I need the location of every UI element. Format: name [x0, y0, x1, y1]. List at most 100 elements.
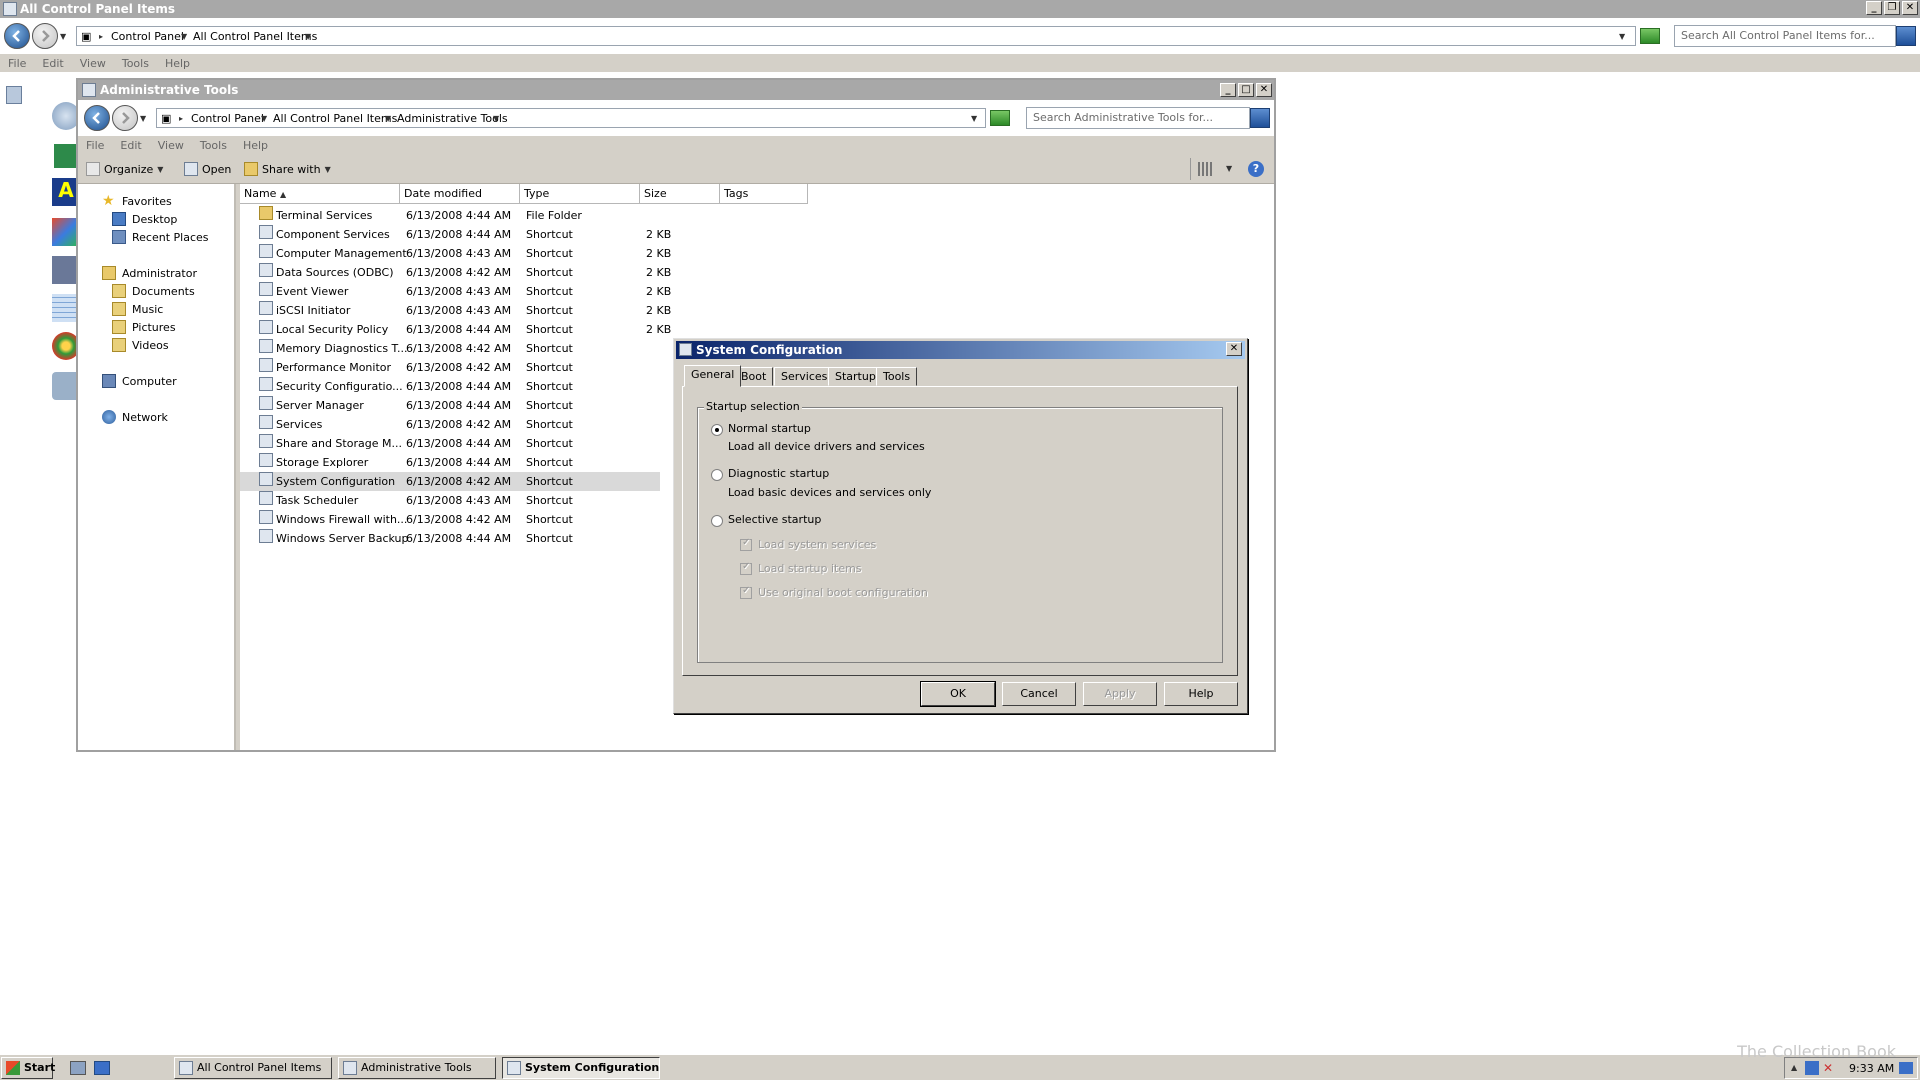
file-row[interactable]: Performance Monitor 6/13/2008 4:42 AM Shor… — [240, 358, 660, 377]
explorer-recent-dropdown-icon[interactable]: ▼ — [140, 114, 146, 123]
views-dropdown-icon[interactable]: ▼ — [1226, 164, 1232, 173]
notification-icon[interactable] — [1899, 1062, 1913, 1074]
nav-videos[interactable]: Videos — [112, 338, 169, 352]
share-with-button[interactable]: Share with ▼ — [244, 162, 331, 176]
dialog-titlebar[interactable]: System Configuration ✕ — [676, 341, 1245, 359]
file-row[interactable]: Task Scheduler 6/13/2008 4:43 AM Shortcut — [240, 491, 660, 510]
nav-network[interactable]: Network — [102, 410, 168, 424]
explorer-maximize-button[interactable]: □ — [1238, 83, 1254, 97]
minimize-button[interactable]: _ — [1866, 1, 1882, 15]
clock[interactable]: 9:33 AM — [1849, 1062, 1894, 1075]
file-row[interactable]: Server Manager 6/13/2008 4:44 AM Shortcut — [240, 396, 660, 415]
menu-tools[interactable]: Tools — [200, 139, 227, 152]
breadcrumb-control-panel[interactable]: Control Panel — [191, 112, 264, 125]
recent-pages-dropdown-icon[interactable]: ▼ — [60, 32, 66, 41]
tray-expand-icon[interactable]: ▲ — [1791, 1063, 1797, 1072]
back-button[interactable] — [4, 23, 30, 49]
normal-startup-label[interactable]: Normal startup — [728, 422, 811, 435]
explorer-refresh-button[interactable] — [990, 110, 1010, 126]
nav-music[interactable]: Music — [112, 302, 163, 316]
explorer-forward-button[interactable] — [112, 105, 138, 131]
column-header-tags[interactable]: Tags — [720, 184, 808, 204]
organize-button[interactable]: Organize ▼ — [86, 162, 163, 176]
restore-button[interactable]: ❐ — [1884, 1, 1900, 15]
breadcrumb-dropdown-icon[interactable]: ▼ — [385, 114, 391, 123]
breadcrumb-administrative-tools[interactable]: Administrative Tools — [397, 112, 508, 125]
breadcrumb-dropdown-icon[interactable]: ▼ — [305, 32, 311, 41]
taskbar-all-control-panel-items[interactable]: All Control Panel Items — [174, 1057, 332, 1079]
file-row[interactable]: Local Security Policy 6/13/2008 4:44 AM Sh… — [240, 320, 671, 339]
menu-file[interactable]: File — [8, 57, 26, 70]
tab-startup[interactable]: Startup — [828, 367, 883, 386]
column-header-date-modified[interactable]: Date modified — [400, 184, 520, 204]
explorer-minimize-button[interactable]: _ — [1220, 83, 1236, 97]
selective-startup-radio[interactable] — [711, 515, 723, 527]
breadcrumb-all-items[interactable]: All Control Panel Items — [193, 30, 317, 43]
refresh-button[interactable] — [1640, 28, 1660, 44]
menu-help[interactable]: Help — [165, 57, 190, 70]
file-row[interactable]: Windows Firewall with... 6/13/2008 4:42 A… — [240, 510, 660, 529]
column-header-size[interactable]: Size — [640, 184, 720, 204]
nav-documents[interactable]: Documents — [112, 284, 195, 298]
breadcrumb-separator-icon[interactable]: ▸ — [179, 114, 183, 123]
tab-tools[interactable]: Tools — [876, 367, 918, 386]
file-row[interactable]: Storage Explorer 6/13/2008 4:44 AM Shortcu… — [240, 453, 660, 472]
close-button[interactable]: ✕ — [1902, 1, 1918, 15]
breadcrumb-dropdown-icon[interactable]: ▼ — [181, 32, 187, 41]
nav-recent-places[interactable]: Recent Places — [112, 230, 209, 244]
nav-administrator[interactable]: Administrator — [102, 266, 197, 280]
menu-edit[interactable]: Edit — [42, 57, 63, 70]
show-desktop-icon[interactable] — [94, 1061, 110, 1075]
breadcrumb-separator-icon[interactable]: ▸ — [99, 32, 103, 41]
start-button[interactable]: Start — [1, 1057, 55, 1079]
normal-startup-radio[interactable] — [711, 424, 723, 436]
outer-address-bar[interactable]: ▣ ▸ Control Panel ▼ All Control Panel It… — [76, 26, 1636, 46]
column-header-name[interactable]: Name ▲ — [240, 184, 400, 204]
views-icon[interactable] — [1198, 162, 1212, 176]
address-history-dropdown-icon[interactable]: ▼ — [971, 114, 977, 123]
tab-services[interactable]: Services — [774, 367, 835, 386]
load-system-services-checkbox[interactable]: ✓ — [740, 537, 752, 551]
server-manager-quicklaunch-icon[interactable] — [70, 1061, 86, 1075]
taskbar-administrative-tools[interactable]: Administrative Tools — [338, 1057, 496, 1079]
cancel-button[interactable]: Cancel — [1002, 682, 1076, 706]
file-row[interactable]: Computer Management 6/13/2008 4:43 AM Shor… — [240, 244, 671, 263]
network-tray-icon[interactable] — [1805, 1061, 1819, 1075]
nav-favorites[interactable]: ★ Favorites — [102, 194, 172, 208]
nav-computer[interactable]: Computer — [102, 374, 177, 388]
taskbar-system-configuration[interactable]: System Configuration — [502, 1057, 660, 1079]
file-row[interactable]: Windows Server Backup 6/13/2008 4:44 AM Sh… — [240, 529, 660, 548]
load-startup-items-checkbox[interactable]: ✓ — [740, 561, 752, 575]
file-row[interactable]: System Configuration 6/13/2008 4:42 AM Sho… — [240, 472, 660, 491]
help-button[interactable]: Help — [1164, 682, 1238, 706]
file-row[interactable]: Data Sources (ODBC) 6/13/2008 4:42 AM Shor… — [240, 263, 671, 282]
explorer-back-button[interactable] — [84, 105, 110, 131]
file-row[interactable]: Services 6/13/2008 4:42 AM Shortcut — [240, 415, 660, 434]
file-row[interactable]: iSCSI Initiator 6/13/2008 4:43 AM Shortcut… — [240, 301, 671, 320]
explorer-close-button[interactable]: ✕ — [1256, 83, 1272, 97]
open-button[interactable]: Open — [184, 162, 231, 176]
forward-button[interactable] — [32, 23, 58, 49]
file-row[interactable]: Memory Diagnostics T... 6/13/2008 4:42 AM… — [240, 339, 660, 358]
file-row[interactable]: Security Configuratio... 6/13/2008 4:44 A… — [240, 377, 660, 396]
dialog-close-button[interactable]: ✕ — [1226, 342, 1242, 356]
search-icon[interactable] — [1896, 26, 1916, 46]
help-icon[interactable]: ? — [1248, 161, 1264, 177]
explorer-search-input[interactable]: Search Administrative Tools for... — [1026, 107, 1250, 129]
breadcrumb-all-items[interactable]: All Control Panel Items — [273, 112, 397, 125]
selective-startup-label[interactable]: Selective startup — [728, 513, 821, 526]
file-row[interactable]: Component Services 6/13/2008 4:44 AM Short… — [240, 225, 671, 244]
breadcrumb-dropdown-icon[interactable]: ▼ — [493, 114, 499, 123]
explorer-titlebar[interactable]: Administrative Tools _ □ ✕ — [78, 80, 1274, 100]
menu-edit[interactable]: Edit — [120, 139, 141, 152]
diagnostic-startup-label[interactable]: Diagnostic startup — [728, 467, 829, 480]
outer-search-input[interactable]: Search All Control Panel Items for... — [1674, 25, 1896, 47]
ok-button[interactable]: OK — [920, 681, 996, 707]
side-panel-icon[interactable] — [6, 86, 22, 104]
file-row[interactable]: Event Viewer 6/13/2008 4:43 AM Shortcut 2 K… — [240, 282, 671, 301]
file-row[interactable]: Share and Storage M... 6/13/2008 4:44 AM S… — [240, 434, 660, 453]
menu-view[interactable]: View — [80, 57, 106, 70]
menu-help[interactable]: Help — [243, 139, 268, 152]
breadcrumb-control-panel[interactable]: Control Panel — [111, 30, 184, 43]
apply-button[interactable]: Apply — [1083, 682, 1157, 706]
